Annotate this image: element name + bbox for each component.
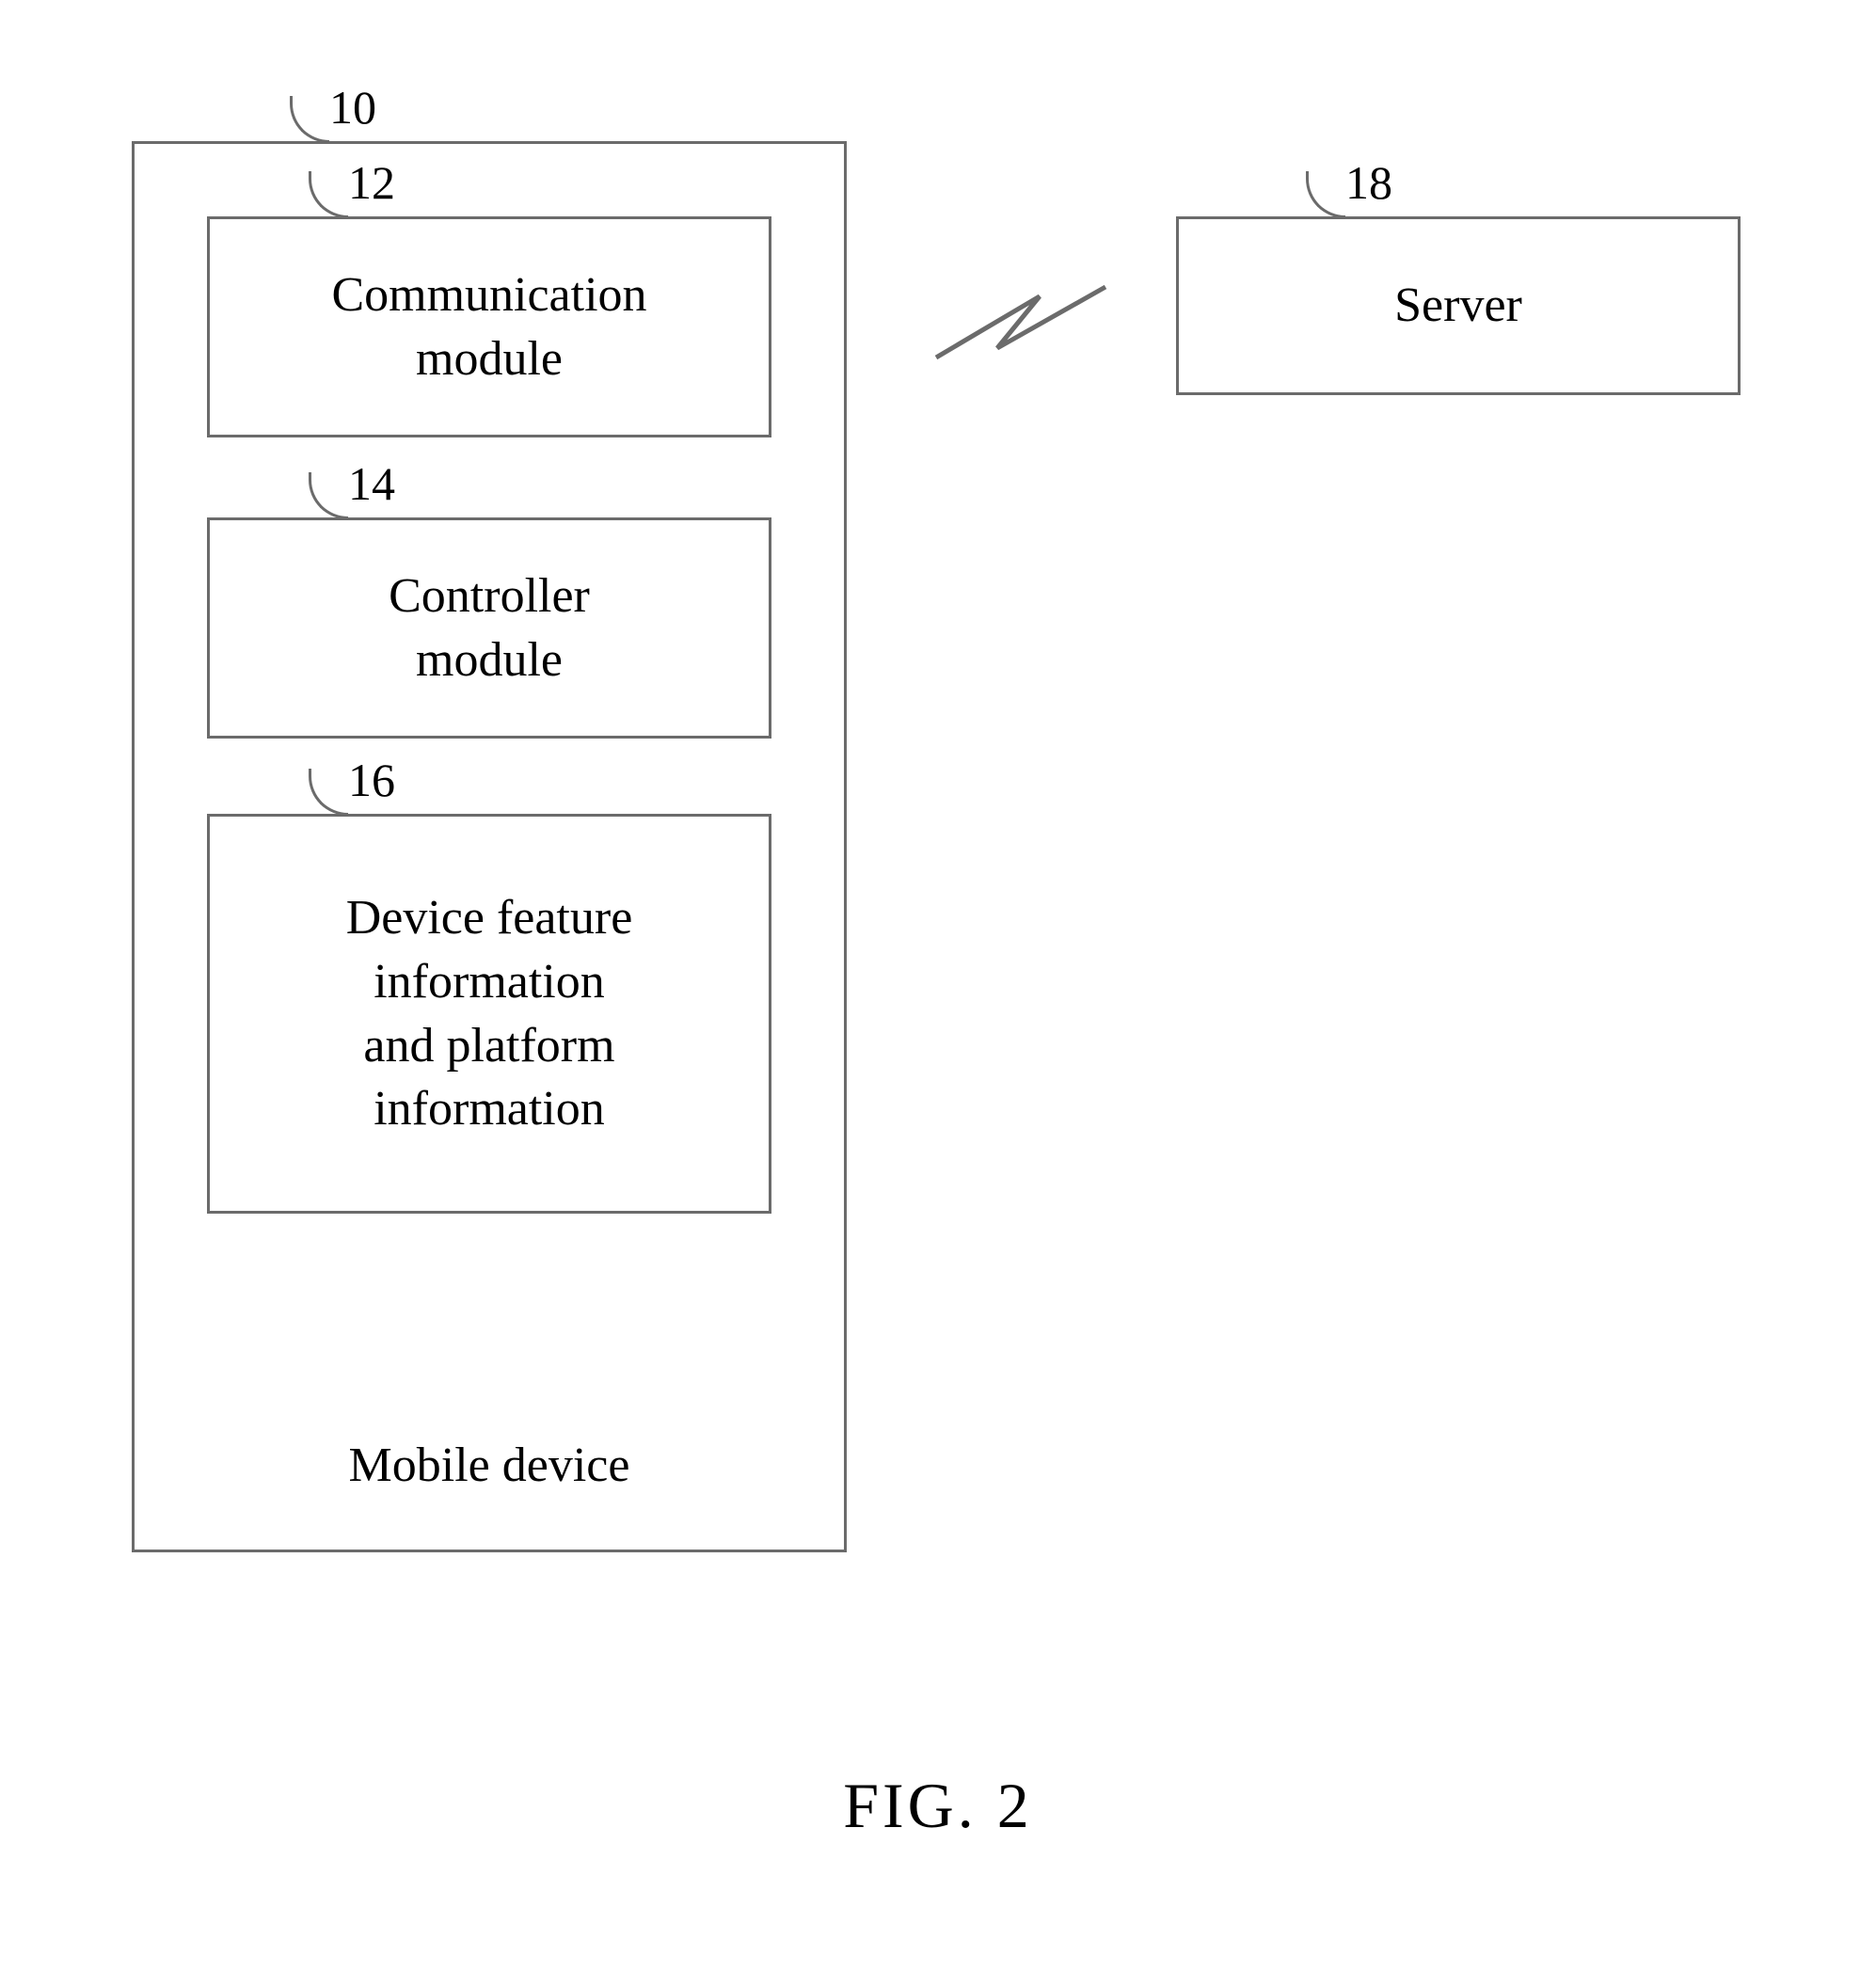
ref-controller: 14 [348,456,395,511]
diagram-container: Mobile device 10 Communication module 12… [122,122,1769,1722]
ref-feature-info: 16 [348,753,395,807]
mobile-device-label: Mobile device [349,1434,630,1498]
feature-info-block: Device feature information and platform … [207,814,771,1214]
ref-mobile-device: 10 [329,80,376,135]
communication-module-label: Communication module [331,263,646,390]
server-label: Server [1394,274,1522,338]
controller-module-label: Controller module [389,564,590,691]
figure-caption: FIG. 2 [0,1769,1876,1843]
server-block: Server [1176,216,1741,395]
communication-module-block: Communication module [207,216,771,437]
ref-curve-server [1306,171,1345,218]
ref-curve-mobile [290,96,329,143]
controller-module-block: Controller module [207,517,771,739]
ref-communication: 12 [348,155,395,210]
ref-server: 18 [1345,155,1392,210]
feature-info-label: Device feature information and platform … [346,886,633,1140]
wireless-link-icon [927,263,1115,386]
